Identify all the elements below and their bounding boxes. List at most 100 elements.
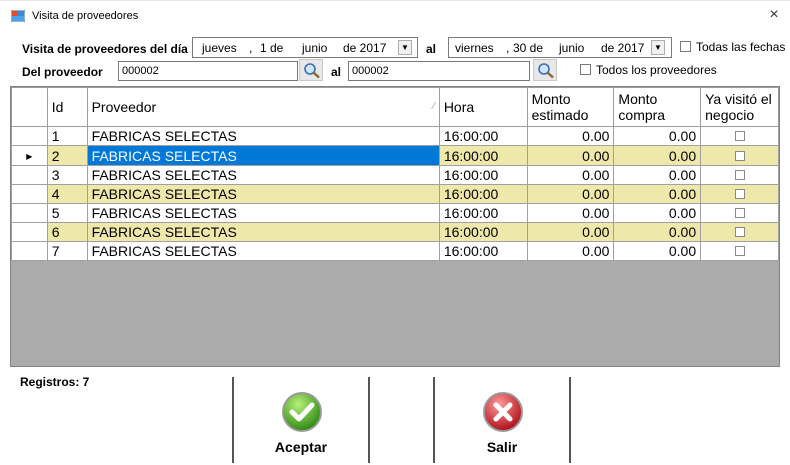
accept-button[interactable]: Aceptar — [232, 377, 370, 463]
cell-ya-visito[interactable] — [700, 126, 779, 146]
cell-proveedor[interactable]: FABRICAS SELECTAS — [86, 203, 440, 223]
cell-proveedor[interactable]: FABRICAS SELECTAS — [86, 184, 440, 204]
cell-hora[interactable]: 16:00:00 — [438, 126, 528, 146]
accept-label: Aceptar — [274, 439, 328, 455]
cell-monto-estimado[interactable]: 0.00 — [526, 145, 615, 166]
cell-ya-visito[interactable] — [700, 222, 779, 242]
row-header[interactable]: ▶ — [11, 145, 48, 166]
cell-id[interactable]: 4 — [46, 184, 88, 204]
cell-monto-compra[interactable]: 0.00 — [613, 241, 702, 261]
visited-checkbox[interactable] — [734, 150, 745, 161]
cell-monto-compra[interactable]: 0.00 — [613, 165, 702, 185]
table-row[interactable]: 7 FABRICAS SELECTAS 16:00:00 0.00 0.00 — [11, 241, 779, 261]
table-row[interactable]: 5 FABRICAS SELECTAS 16:00:00 0.00 0.00 — [11, 203, 779, 223]
cell-proveedor[interactable]: FABRICAS SELECTAS — [86, 145, 440, 166]
row-header[interactable] — [11, 126, 48, 146]
cell-hora[interactable]: 16:00:00 — [438, 222, 528, 242]
cell-id[interactable]: 1 — [46, 126, 88, 146]
exit-button[interactable]: Salir — [433, 377, 571, 463]
checkbox-box[interactable] — [580, 64, 591, 75]
exit-label: Salir — [486, 439, 518, 455]
table-row[interactable]: 1 FABRICAS SELECTAS 16:00:00 0.00 0.00 — [11, 126, 779, 146]
checkbox-box[interactable] — [680, 41, 691, 52]
cell-id[interactable]: 2 — [46, 145, 88, 166]
cell-monto-estimado[interactable]: 0.00 — [526, 184, 615, 204]
cell-id[interactable]: 5 — [46, 203, 88, 223]
cell-ya-visito[interactable] — [700, 165, 779, 185]
date-from-weekday: jueves — [202, 41, 237, 55]
app-icon — [11, 10, 25, 22]
column-header-monto-estimado[interactable]: Monto estimado — [526, 87, 615, 127]
cell-monto-estimado[interactable]: 0.00 — [526, 126, 615, 146]
supplier-to-search-button[interactable] — [533, 59, 557, 81]
cell-hora[interactable]: 16:00:00 — [438, 203, 528, 223]
column-header-monto-compra[interactable]: Monto compra — [613, 87, 702, 127]
table-row[interactable]: ▶ 2 FABRICAS SELECTAS 16:00:00 0.00 0.00 — [11, 145, 779, 166]
footer: Registros: 7 Aceptar Salir — [0, 367, 790, 465]
cell-ya-visito[interactable] — [700, 241, 779, 261]
supplier-from-input[interactable]: 000002 — [118, 61, 298, 81]
search-icon — [538, 63, 554, 79]
visited-checkbox[interactable] — [734, 227, 745, 237]
row-header[interactable] — [11, 165, 48, 185]
cell-ya-visito[interactable] — [700, 184, 779, 204]
row-header[interactable] — [11, 203, 48, 223]
date-to-weekday: viernes — [455, 41, 494, 55]
cell-proveedor[interactable]: FABRICAS SELECTAS — [86, 222, 440, 242]
cell-ya-visito[interactable] — [700, 203, 779, 223]
row-header[interactable] — [11, 241, 48, 261]
all-suppliers-checkbox[interactable]: Todos los proveedores — [580, 63, 717, 77]
supplier-to-input[interactable]: 000002 — [348, 61, 530, 81]
current-row-icon: ▶ — [26, 152, 33, 161]
filter-form: Visita de proveedores del día jueves , 1… — [0, 32, 790, 82]
cell-id[interactable]: 6 — [46, 222, 88, 242]
visits-grid[interactable]: Id Proveedor ⁄ Hora Monto estimado Monto … — [10, 86, 780, 367]
x-circle-icon — [483, 392, 523, 432]
row-header[interactable] — [11, 222, 48, 242]
cell-hora[interactable]: 16:00:00 — [438, 184, 528, 204]
date-to-picker[interactable]: viernes , 30 de junio de 2017 ▼ — [448, 37, 672, 58]
cell-ya-visito[interactable] — [700, 145, 779, 166]
cell-id[interactable]: 7 — [46, 241, 88, 261]
visited-checkbox[interactable] — [734, 208, 745, 218]
cell-monto-compra[interactable]: 0.00 — [613, 145, 702, 166]
cell-monto-compra[interactable]: 0.00 — [613, 203, 702, 223]
search-icon — [304, 63, 320, 79]
supplier-from-search-button[interactable] — [299, 59, 323, 81]
table-row[interactable]: 3 FABRICAS SELECTAS 16:00:00 0.00 0.00 — [11, 165, 779, 185]
all-dates-checkbox[interactable]: Todas las fechas — [680, 40, 785, 54]
cell-monto-estimado[interactable]: 0.00 — [526, 222, 615, 242]
cell-monto-compra[interactable]: 0.00 — [613, 184, 702, 204]
cell-id[interactable]: 3 — [46, 165, 88, 185]
visited-checkbox[interactable] — [734, 170, 745, 180]
cell-monto-estimado[interactable]: 0.00 — [526, 241, 615, 261]
column-header-proveedor[interactable]: Proveedor ⁄ — [86, 87, 440, 127]
cell-monto-compra[interactable]: 0.00 — [613, 222, 702, 242]
visited-checkbox[interactable] — [734, 246, 745, 256]
cell-hora[interactable]: 16:00:00 — [438, 145, 528, 166]
row-header[interactable] — [11, 184, 48, 204]
table-row[interactable]: 6 FABRICAS SELECTAS 16:00:00 0.00 0.00 — [11, 222, 779, 242]
cell-proveedor[interactable]: FABRICAS SELECTAS — [86, 165, 440, 185]
date-to-year: de 2017 — [601, 41, 645, 55]
visited-checkbox[interactable] — [734, 131, 745, 141]
chevron-down-icon[interactable]: ▼ — [398, 40, 412, 55]
date-from-month: junio — [302, 41, 328, 55]
close-icon[interactable]: × — [766, 6, 782, 24]
cell-monto-compra[interactable]: 0.00 — [613, 126, 702, 146]
cell-monto-estimado[interactable]: 0.00 — [526, 165, 615, 185]
cell-proveedor[interactable]: FABRICAS SELECTAS — [86, 241, 440, 261]
cell-monto-estimado[interactable]: 0.00 — [526, 203, 615, 223]
column-header-id[interactable]: Id — [46, 87, 88, 127]
visited-checkbox[interactable] — [734, 189, 745, 199]
table-row[interactable]: 4 FABRICAS SELECTAS 16:00:00 0.00 0.00 — [11, 184, 779, 204]
column-header-ya-visito[interactable]: Ya visitó el negocio — [700, 87, 779, 127]
cell-hora[interactable]: 16:00:00 — [438, 241, 528, 261]
date-from-picker[interactable]: jueves , 1 de junio de 2017 ▼ — [192, 37, 418, 58]
all-suppliers-label: Todos los proveedores — [596, 63, 717, 77]
al-label-2: al — [331, 65, 342, 79]
cell-hora[interactable]: 16:00:00 — [438, 165, 528, 185]
chevron-down-icon[interactable]: ▼ — [651, 40, 665, 55]
column-header-hora[interactable]: Hora — [438, 87, 528, 127]
cell-proveedor[interactable]: FABRICAS SELECTAS — [86, 126, 440, 146]
